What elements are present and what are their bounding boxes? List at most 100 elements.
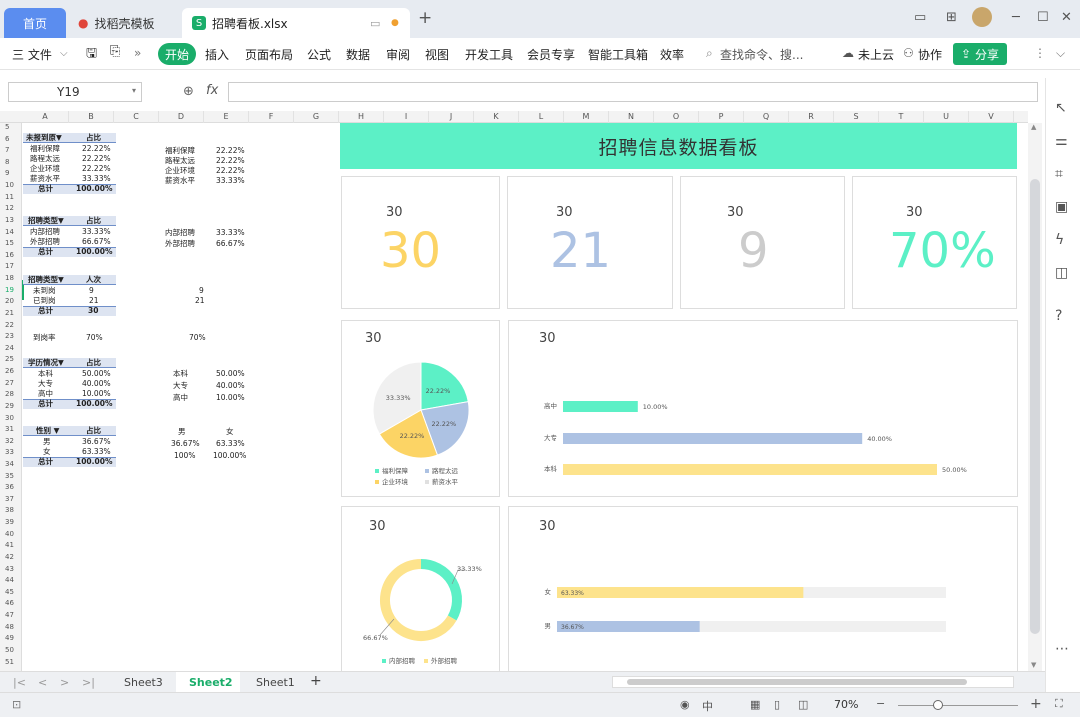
column-header-cell[interactable]: H	[339, 111, 384, 123]
kpi-card[interactable]: 30 9	[680, 176, 845, 309]
tab-formula[interactable]: 公式	[307, 46, 331, 63]
close-icon[interactable]: ✕	[1061, 10, 1072, 25]
donut-card[interactable]: 30 33.33% 66.67% 内部招聘 外部招聘	[341, 506, 500, 671]
tab-developer[interactable]: 开发工具	[465, 46, 513, 63]
first-sheet-icon[interactable]: |<	[13, 676, 26, 689]
tab-home[interactable]: 首页	[4, 8, 66, 38]
tab-review[interactable]: 审阅	[386, 46, 410, 63]
crop-icon[interactable]: ⌗	[1055, 166, 1063, 182]
column-header-cell[interactable]: D	[159, 111, 204, 123]
more-horizontal-icon[interactable]: ⋯	[1055, 641, 1069, 657]
tab-data[interactable]: 数据	[346, 46, 370, 63]
book-icon[interactable]: ◫	[1055, 265, 1068, 281]
table1-header-label[interactable]: 未报到原▼	[26, 133, 62, 143]
zoom-in-icon[interactable]: +	[1030, 696, 1042, 712]
tab-smart-tools[interactable]: 智能工具箱	[588, 46, 648, 63]
tab-insert[interactable]: 插入	[205, 46, 229, 63]
column-header-cell[interactable]: B	[69, 111, 114, 123]
column-header-cell[interactable]: C	[114, 111, 159, 123]
table5-header-label[interactable]: 性别 ▼	[36, 426, 59, 436]
minimize-icon[interactable]: ─	[1012, 10, 1020, 25]
gender-bar-card[interactable]: 30 女 63.33% 男 36.67%	[508, 506, 1018, 671]
kpi-card[interactable]: 30 70%	[852, 176, 1017, 309]
new-tab-icon[interactable]: +	[418, 8, 432, 28]
column-header-cell[interactable]: E	[204, 111, 249, 123]
zoom-out-icon[interactable]: −	[876, 697, 885, 710]
zoom-slider[interactable]	[898, 705, 1018, 706]
grid-icon[interactable]: ⊞	[946, 10, 957, 25]
column-header-cell[interactable]: R	[789, 111, 834, 123]
sheet-cells[interactable]: 未报到原▼ 占比 福利保障 22.22% 路程太远 22.22% 企业环境 22.22…	[0, 123, 340, 671]
name-box[interactable]: Y19	[8, 82, 142, 102]
eye-icon[interactable]: ◉	[680, 698, 690, 711]
sliders-icon[interactable]: ⚌	[1055, 133, 1068, 149]
fullscreen-icon[interactable]: ⛶	[1055, 697, 1063, 711]
column-header-cell[interactable]: K	[474, 111, 519, 123]
zoom-icon[interactable]: ⊕	[183, 84, 194, 99]
add-sheet-icon[interactable]: +	[310, 673, 322, 689]
column-header-cell[interactable]: G	[294, 111, 339, 123]
column-header-cell[interactable]: P	[699, 111, 744, 123]
column-header-cell[interactable]: O	[654, 111, 699, 123]
share-button[interactable]: ⇪ 分享	[953, 43, 1007, 65]
column-header-cell[interactable]: I	[384, 111, 429, 123]
collapse-ribbon-icon[interactable]: ⌵	[1056, 46, 1065, 61]
column-header-cell[interactable]: S	[834, 111, 879, 123]
tab-start[interactable]: 开始	[158, 43, 196, 65]
vertical-scroll-thumb[interactable]	[1030, 179, 1040, 634]
column-header-cell[interactable]: U	[924, 111, 969, 123]
tab-efficiency[interactable]: 效率	[660, 46, 684, 63]
help-icon[interactable]: ?	[1055, 308, 1062, 324]
sheet-tab-sheet2[interactable]: Sheet2	[189, 676, 233, 689]
avatar[interactable]	[972, 7, 992, 27]
column-header-cell[interactable]: L	[519, 111, 564, 123]
pie-card[interactable]: 30 22.22% 22.22% 22.22% 33.33% 福利保障 路程太远 企业环境薪…	[341, 320, 500, 497]
tab-member[interactable]: 会员专享	[527, 46, 575, 63]
more-icon[interactable]: »	[134, 46, 141, 60]
last-sheet-icon[interactable]: >|	[82, 676, 95, 689]
column-header-cell[interactable]: Q	[744, 111, 789, 123]
normal-view-icon[interactable]: ▦	[750, 698, 760, 711]
image-icon[interactable]: ▣	[1055, 199, 1068, 215]
column-header-cell[interactable]: F	[249, 111, 294, 123]
column-header-cell[interactable]: N	[609, 111, 654, 123]
file-menu[interactable]: 三 文件	[12, 46, 52, 63]
page-view-icon[interactable]: ▯	[774, 698, 780, 711]
horizontal-scrollbar[interactable]	[612, 676, 1014, 688]
table2-header-label[interactable]: 招聘类型▼	[28, 216, 64, 226]
column-header-cell[interactable]: V	[969, 111, 1014, 123]
next-sheet-icon[interactable]: >	[60, 676, 69, 689]
prev-sheet-icon[interactable]: <	[38, 676, 47, 689]
table4-header-label[interactable]: 学历情况▼	[28, 358, 64, 368]
kpi-card[interactable]: 30 30	[341, 176, 500, 309]
fx-icon[interactable]: fx	[206, 83, 218, 98]
zoom-slider-thumb[interactable]	[933, 700, 943, 710]
export-icon[interactable]: ⎘	[110, 44, 120, 59]
column-header-cell[interactable]: T	[879, 111, 924, 123]
education-bar-card[interactable]: 30 高中 10.00% 大专 40.00% 本科 50.00%	[508, 320, 1018, 497]
cursor-icon[interactable]: ↖	[1055, 100, 1067, 116]
zoom-level[interactable]: 70%	[834, 698, 858, 711]
command-search[interactable]: 查找命令、搜...	[720, 46, 803, 63]
tab-template[interactable]: ● 找稻壳模板	[68, 8, 180, 38]
more-options-icon[interactable]: ⋮	[1034, 46, 1046, 60]
cloud-status[interactable]: 未上云	[858, 46, 894, 63]
split-view-icon[interactable]: ◫	[798, 698, 808, 711]
tab-file[interactable]: S 招聘看板.xlsx ▭ ●	[182, 8, 410, 38]
status-icon[interactable]: ⊡	[12, 698, 21, 711]
layout-icon[interactable]: ▭	[914, 10, 926, 25]
namebox-dropdown-icon[interactable]: ▾	[132, 86, 136, 95]
column-header-cell[interactable]: A	[22, 111, 69, 123]
column-header-cell[interactable]: M	[564, 111, 609, 123]
sheet-tab-sheet3[interactable]: Sheet3	[124, 676, 163, 689]
vertical-scrollbar[interactable]: ▲ ▼	[1028, 123, 1042, 671]
input-method-icon[interactable]: 中	[702, 698, 713, 714]
save-icon[interactable]: 🖫	[86, 44, 97, 66]
horizontal-scroll-thumb[interactable]	[627, 679, 967, 685]
formula-input[interactable]	[228, 82, 1038, 102]
sheet-tab-sheet1[interactable]: Sheet1	[256, 676, 295, 689]
tab-page-layout[interactable]: 页面布局	[245, 46, 293, 63]
lightning-icon[interactable]: ϟ	[1055, 232, 1064, 248]
table3-header-label[interactable]: 招聘类型▼	[28, 275, 64, 285]
scroll-up-icon[interactable]: ▲	[1031, 123, 1036, 131]
